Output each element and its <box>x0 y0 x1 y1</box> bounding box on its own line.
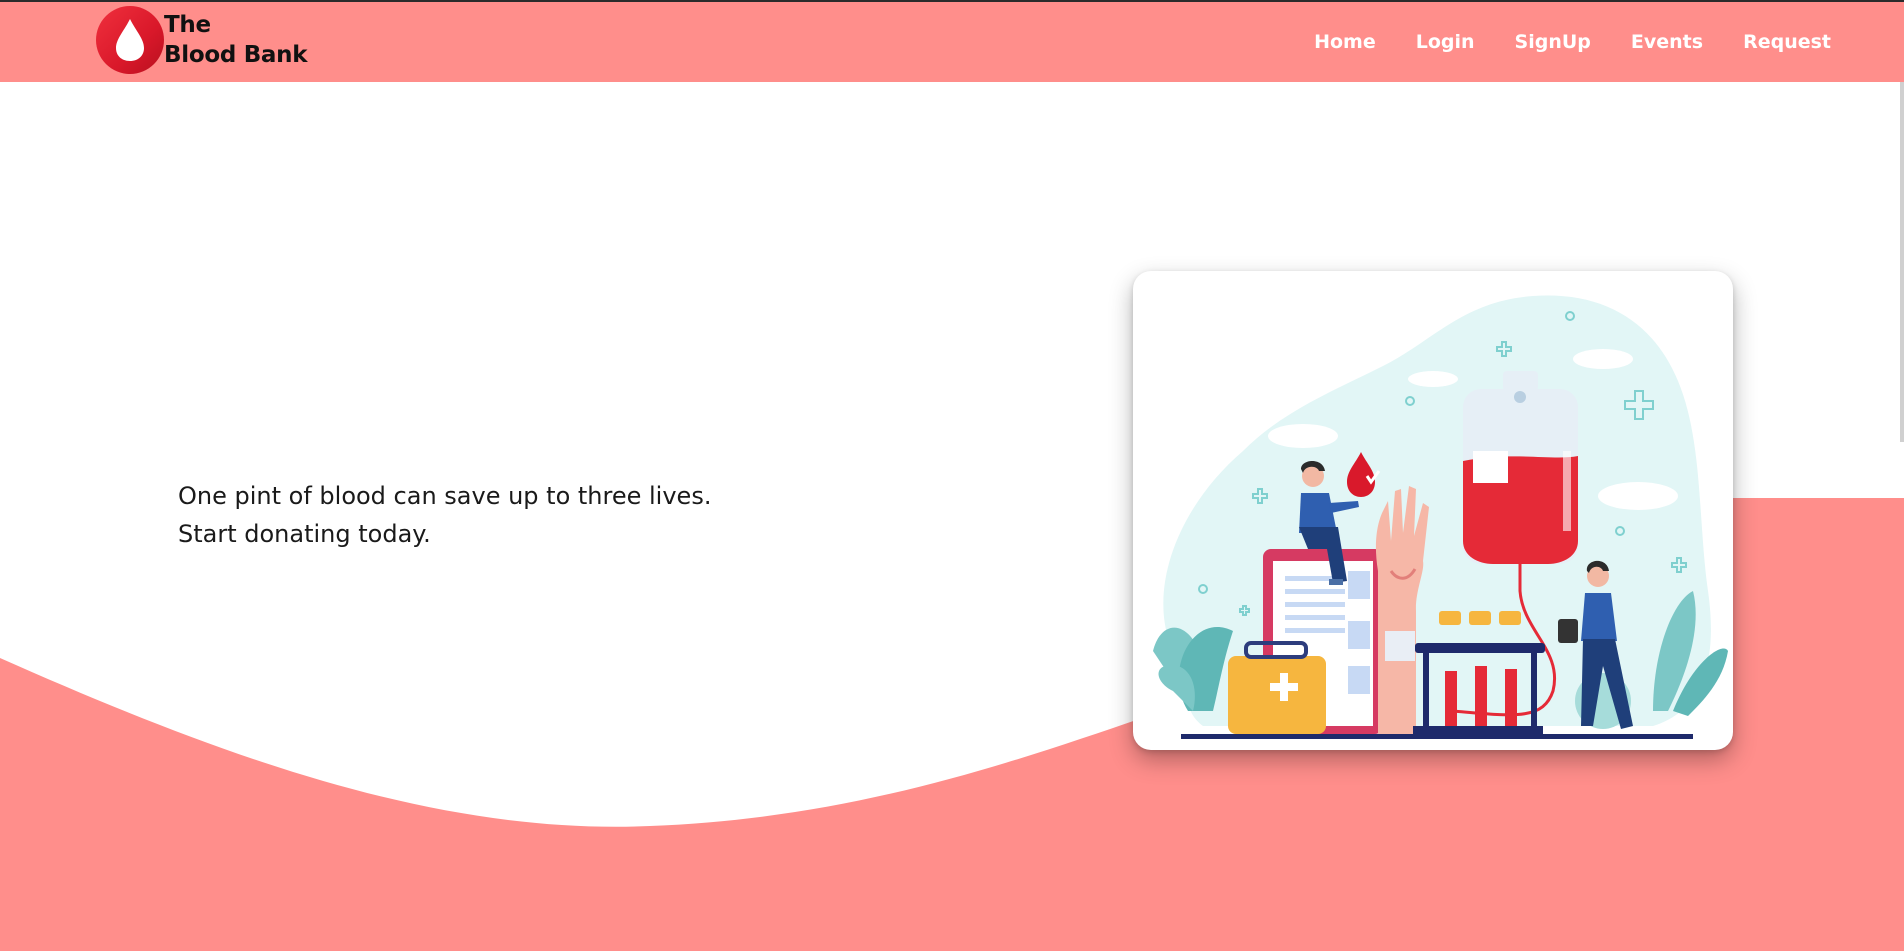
hero-tagline: One pint of blood can save up to three l… <box>178 477 711 553</box>
hero-illustration-card <box>1133 271 1733 750</box>
nav-signup-link[interactable]: SignUp <box>1515 31 1591 53</box>
page-scrollbar[interactable] <box>1900 82 1904 442</box>
nav-home-link[interactable]: Home <box>1314 31 1376 53</box>
nav-events-link[interactable]: Events <box>1631 31 1703 53</box>
nav-request-link[interactable]: Request <box>1743 31 1831 53</box>
hero-tagline-line2: Start donating today. <box>178 520 431 548</box>
nav-links: Home Login SignUp Events Request <box>1274 2 1831 82</box>
brand-logo[interactable]: The Blood Bank <box>96 4 308 76</box>
brand-name-line2: Blood Bank <box>164 42 308 68</box>
nav-login-link[interactable]: Login <box>1416 31 1475 53</box>
hero-tagline-line1: One pint of blood can save up to three l… <box>178 482 712 510</box>
blood-drop-icon <box>96 6 164 74</box>
blood-donation-illustration <box>1153 295 1728 739</box>
navbar: The Blood Bank Home Login SignUp Events … <box>0 2 1904 82</box>
brand-name: The Blood Bank <box>164 10 308 70</box>
brand-name-line1: The <box>164 12 211 38</box>
